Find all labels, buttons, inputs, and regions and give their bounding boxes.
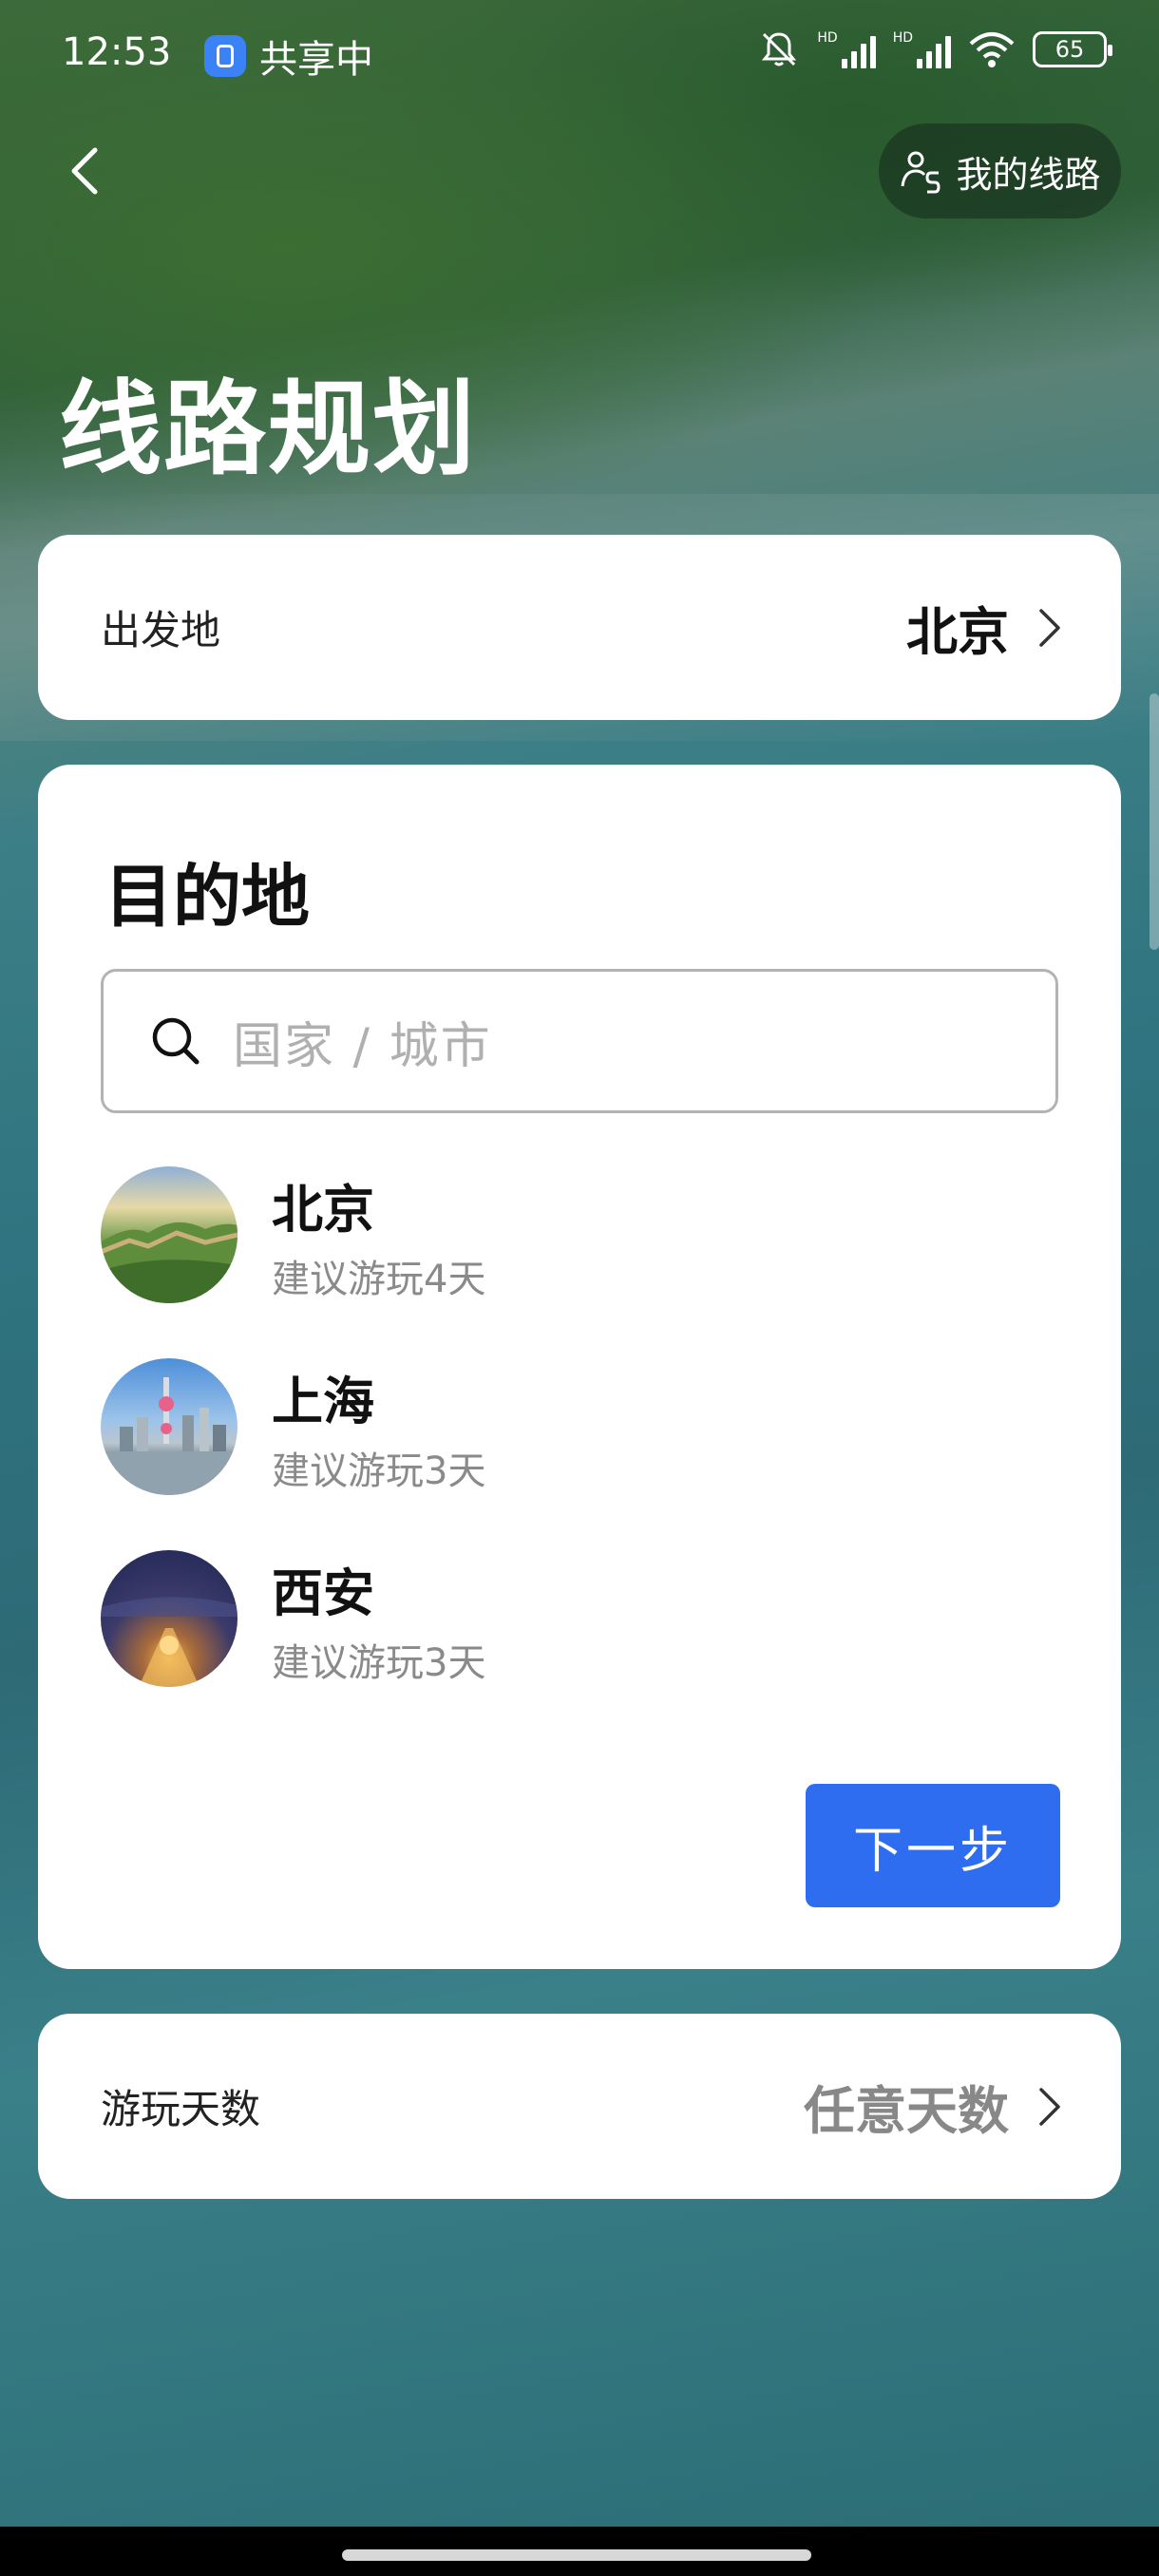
next-step-button[interactable]: 下一步: [806, 1784, 1060, 1907]
signal-icon-2: HD: [893, 30, 951, 68]
city-item-beijing[interactable]: 北京 建议游玩4天: [101, 1166, 485, 1303]
search-placeholder: 国家 / 城市: [233, 1017, 492, 1075]
city-item-xian[interactable]: 西安 建议游玩3天: [101, 1550, 485, 1687]
status-time: 12:53: [62, 30, 172, 74]
page-title: 线路规划: [59, 370, 478, 489]
days-value: 任意天数: [804, 2081, 1009, 2141]
city-suggestion: 建议游玩3天: [272, 1640, 486, 1685]
status-icons: HD HD 65: [758, 28, 1112, 70]
destination-card: 目的地 国家 / 城市 北京 建议游玩4天 上海 建议游玩3天 西安 建议游玩3…: [38, 765, 1121, 1969]
days-row[interactable]: 游玩天数 任意天数: [38, 2014, 1121, 2199]
signal-icon-1: HD: [817, 30, 876, 68]
search-icon: [152, 1017, 200, 1065]
days-label: 游玩天数: [101, 2086, 261, 2132]
screen-share-icon: [204, 35, 246, 77]
departure-value: 北京: [906, 602, 1009, 662]
my-routes-button[interactable]: 我的线路: [879, 123, 1121, 218]
city-item-shanghai[interactable]: 上海 建议游玩3天: [101, 1358, 485, 1495]
chevron-right-icon: [1039, 2087, 1060, 2126]
battery-level: 65: [1054, 36, 1085, 63]
scroll-indicator[interactable]: [1150, 693, 1159, 950]
route-person-icon: [901, 151, 940, 194]
bell-muted-icon: [762, 32, 797, 66]
xian-night-photo: [101, 1550, 238, 1687]
departure-row[interactable]: 出发地 北京: [38, 535, 1121, 720]
city-name: 北京: [272, 1179, 374, 1240]
chevron-left-icon: [71, 147, 98, 195]
city-suggestion: 建议游玩3天: [272, 1449, 486, 1493]
battery-icon: 65: [1033, 31, 1112, 67]
shanghai-skyline-photo: [101, 1358, 238, 1495]
share-label: 共享中: [259, 38, 373, 82]
my-routes-label: 我的线路: [956, 153, 1101, 196]
status-bar: 12:53 共享中 HD HD 65: [0, 0, 1159, 114]
city-name: 上海: [272, 1371, 374, 1431]
destination-title: 目的地: [104, 857, 311, 937]
wifi-icon: [969, 32, 1015, 67]
chevron-right-icon: [1039, 608, 1060, 647]
great-wall-photo: [101, 1166, 238, 1303]
back-button[interactable]: [48, 133, 124, 209]
navigation-bar: [0, 2527, 1159, 2576]
city-name: 西安: [272, 1563, 374, 1623]
destination-search-input[interactable]: 国家 / 城市: [101, 969, 1058, 1113]
screen-share-indicator: 共享中: [204, 28, 373, 84]
city-suggestion: 建议游玩4天: [272, 1257, 486, 1301]
home-indicator[interactable]: [342, 2549, 811, 2561]
departure-label: 出发地: [101, 607, 221, 653]
